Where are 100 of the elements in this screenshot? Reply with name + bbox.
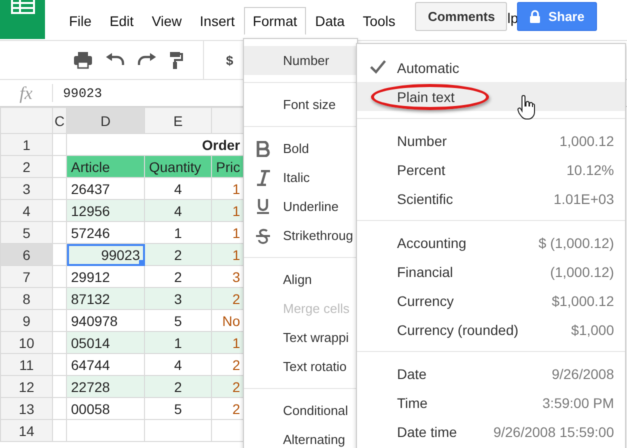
table-cell: 2 bbox=[212, 376, 245, 398]
row-header[interactable]: 11 bbox=[0, 354, 52, 376]
comments-button[interactable]: Comments bbox=[415, 2, 508, 30]
bold-icon bbox=[256, 141, 270, 157]
column-header[interactable]: C bbox=[52, 108, 66, 134]
menu-option[interactable]: Currency (rounded) $1,000 bbox=[357, 315, 625, 344]
menu-option[interactable]: Strikethroug bbox=[244, 221, 357, 250]
menu-option[interactable]: Number bbox=[244, 46, 357, 75]
format-example: 1,000.12 bbox=[560, 132, 614, 148]
row-header[interactable]: 5 bbox=[0, 222, 52, 244]
table-cell: 2 bbox=[144, 244, 212, 266]
menu-item[interactable]: Insert bbox=[190, 7, 244, 33]
option-label: Automatic bbox=[397, 60, 460, 76]
menu-option[interactable]: Font size bbox=[244, 90, 357, 119]
format-example: (1,000.12) bbox=[550, 264, 614, 280]
menu-item[interactable]: Edit bbox=[100, 7, 143, 33]
table-cell: 1 bbox=[212, 200, 245, 222]
option-label: Plain text bbox=[397, 88, 455, 104]
currency-format-button[interactable]: $ bbox=[226, 52, 234, 68]
option-label: Time bbox=[397, 394, 428, 410]
undo-icon[interactable] bbox=[105, 53, 125, 67]
option-label: Currency (rounded) bbox=[397, 322, 518, 338]
menu-option[interactable]: Automatic bbox=[357, 53, 625, 82]
formula-value[interactable]: 99023 bbox=[63, 86, 102, 100]
menu-option[interactable]: Text wrappi bbox=[244, 323, 357, 352]
formula-label: fx bbox=[0, 84, 53, 102]
menu-option[interactable]: Italic bbox=[244, 163, 357, 192]
format-example: 1.01E+03 bbox=[554, 190, 614, 206]
menu-item[interactable]: File bbox=[60, 7, 101, 33]
menu-option[interactable]: Plain text bbox=[357, 82, 625, 111]
strikethrough-icon bbox=[256, 228, 270, 244]
table-cell: 1 bbox=[212, 332, 245, 354]
menu-option[interactable]: Bold bbox=[244, 134, 357, 163]
option-label: Accounting bbox=[397, 234, 466, 250]
underline-icon bbox=[256, 199, 270, 215]
menu-option[interactable]: Align bbox=[244, 265, 357, 294]
menu-option[interactable]: Alternating bbox=[244, 425, 357, 448]
option-label: Scientific bbox=[397, 190, 454, 206]
table-cell: 00058 bbox=[66, 398, 144, 420]
row-header[interactable]: 3 bbox=[0, 178, 52, 200]
column-heading: Quantity bbox=[144, 156, 212, 178]
table-cell: 4 bbox=[144, 200, 212, 222]
menu-item[interactable]: Format bbox=[244, 7, 306, 35]
column-header[interactable]: E bbox=[144, 108, 212, 134]
column-heading: Article bbox=[66, 156, 144, 178]
menu-option[interactable]: Conditional bbox=[244, 396, 357, 425]
menu-option[interactable]: Currency $1,000.12 bbox=[357, 286, 625, 315]
row-header[interactable]: 1 bbox=[0, 134, 52, 156]
print-icon[interactable] bbox=[73, 51, 93, 69]
menu-option[interactable]: Time 3:59:00 PM bbox=[357, 388, 625, 417]
option-label: Date bbox=[397, 366, 427, 382]
row-header[interactable]: 2 bbox=[0, 156, 52, 178]
menu-item[interactable]: Tools bbox=[354, 7, 404, 33]
lock-icon bbox=[530, 10, 540, 22]
paint-roller-icon[interactable] bbox=[169, 51, 183, 69]
table-cell: 5 bbox=[144, 398, 212, 420]
column-header[interactable]: D bbox=[66, 108, 144, 134]
table-cell: 3 bbox=[144, 288, 212, 310]
format-example: $ (1,000.12) bbox=[538, 234, 614, 250]
share-button[interactable]: Share bbox=[517, 2, 598, 30]
option-label: Number bbox=[397, 132, 447, 148]
menu-option[interactable]: Underline bbox=[244, 192, 357, 221]
row-header[interactable]: 14 bbox=[0, 420, 52, 442]
table-cell: 2 bbox=[212, 288, 245, 310]
row-header[interactable]: 13 bbox=[0, 398, 52, 420]
option-label: Percent bbox=[397, 162, 446, 178]
row-header[interactable]: 12 bbox=[0, 376, 52, 398]
option-label: Financial bbox=[397, 264, 454, 280]
menu-option[interactable]: Number 1,000.12 bbox=[357, 126, 625, 155]
row-header[interactable]: 4 bbox=[0, 200, 52, 222]
format-example: $1,000 bbox=[571, 322, 614, 338]
format-example: 3:59:00 PM bbox=[542, 394, 614, 410]
row-header[interactable]: 8 bbox=[0, 288, 52, 310]
table-cell: 1 bbox=[144, 332, 212, 354]
menu-option[interactable]: Accounting $ (1,000.12) bbox=[357, 228, 625, 257]
menu-option[interactable]: Date 9/26/2008 bbox=[357, 359, 625, 388]
menu-option[interactable]: Financial (1,000.12) bbox=[357, 257, 625, 286]
menu-item[interactable]: Data bbox=[306, 7, 354, 33]
menu-option[interactable]: Text rotatio bbox=[244, 352, 357, 381]
row-header[interactable]: 7 bbox=[0, 266, 52, 288]
format-example: $1,000.12 bbox=[552, 292, 614, 308]
table-cell: 87132 bbox=[66, 288, 144, 310]
option-label: Currency bbox=[397, 292, 454, 308]
format-example: 9/26/2008 bbox=[552, 366, 614, 382]
column-heading: Pric bbox=[212, 156, 245, 178]
menu-item[interactable]: View bbox=[142, 7, 191, 33]
table-cell: 05014 bbox=[66, 332, 144, 354]
row-header[interactable]: 10 bbox=[0, 332, 52, 354]
row-header[interactable]: 6 bbox=[0, 244, 52, 266]
table-cell: 99023 bbox=[66, 244, 144, 266]
menu-option[interactable]: Percent 10.12% bbox=[357, 155, 625, 184]
format-example: 10.12% bbox=[566, 162, 614, 178]
menu-option[interactable]: Scientific 1.01E+03 bbox=[357, 184, 625, 213]
table-cell: 2 bbox=[144, 376, 212, 398]
option-label: Date time bbox=[397, 424, 457, 440]
menu-option[interactable]: Date time 9/26/2008 15:59:00 bbox=[357, 417, 625, 446]
row-header[interactable]: 9 bbox=[0, 310, 52, 332]
redo-icon[interactable] bbox=[137, 53, 157, 67]
table-cell: 22728 bbox=[66, 376, 144, 398]
table-cell: 1 bbox=[212, 244, 245, 266]
